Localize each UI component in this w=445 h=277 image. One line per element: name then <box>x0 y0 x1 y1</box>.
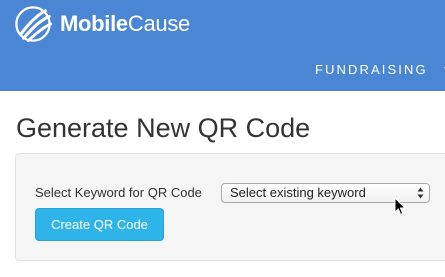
page: MobileCause FUNDRAISING Generate New QR … <box>0 0 445 277</box>
brand-logo[interactable]: MobileCause <box>14 5 190 43</box>
create-qr-code-button[interactable]: Create QR Code <box>35 208 164 241</box>
mouse-pointer-icon <box>394 197 406 215</box>
brand-name: MobileCause <box>60 5 190 43</box>
keyword-select-value: Select existing keyword <box>230 185 366 200</box>
page-title: Generate New QR Code <box>16 113 311 143</box>
brand-name-bold: Mobile <box>60 11 128 36</box>
qr-form-panel <box>15 153 445 261</box>
top-header: MobileCause FUNDRAISING <box>0 0 445 91</box>
keyword-select-label: Select Keyword for QR Code <box>35 185 202 200</box>
mobilecause-globe-icon <box>15 6 52 43</box>
nav-fundraising[interactable]: FUNDRAISING <box>315 62 445 78</box>
brand-name-regular: Cause <box>127 11 190 36</box>
nav-fundraising-label: FUNDRAISING <box>315 62 428 77</box>
select-arrows-icon <box>417 187 424 199</box>
